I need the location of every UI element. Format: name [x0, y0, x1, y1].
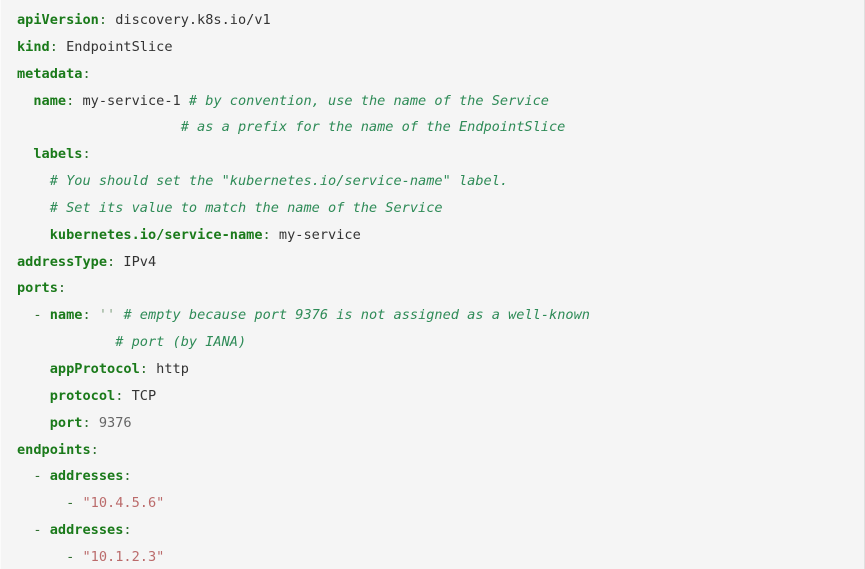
yaml-comment: # empty because port 9376 is not assigne…	[123, 307, 590, 324]
yaml-key: appProtocol	[49, 360, 140, 377]
yaml-key: apiVersion	[17, 12, 99, 28]
line-kind: kind: EndpointSlice	[1, 34, 864, 61]
line-api-version: apiVersion: discovery.k8s.io/v1	[1, 7, 864, 34]
yaml-key: kubernetes.io/service-name	[49, 226, 263, 243]
line-port-name-comment-2: # port (by IANA)	[1, 329, 864, 356]
line-endpoints: endpoints:	[1, 437, 864, 464]
yaml-list-dash: -	[66, 548, 83, 565]
yaml-list-dash: -	[66, 495, 83, 512]
yaml-colon: :	[82, 307, 91, 324]
line-endpoint-2-address-value: - "10.1.2.3"	[1, 544, 864, 569]
yaml-key: addressType	[17, 253, 108, 270]
yaml-comment: # port (by IANA)	[115, 334, 247, 351]
line-metadata: metadata:	[1, 61, 864, 88]
yaml-list-dash: -	[33, 307, 50, 324]
yaml-colon: :	[262, 226, 271, 243]
yaml-value: my-service	[270, 226, 361, 243]
yaml-colon: :	[82, 65, 91, 82]
yaml-colon: :	[98, 12, 108, 28]
line-port: port: 9376	[1, 410, 864, 437]
line-ports: ports:	[1, 275, 864, 302]
yaml-comment: # by convention, use the name of the Ser…	[188, 92, 549, 109]
line-protocol: protocol: TCP	[1, 383, 864, 410]
line-endpoint-1-addresses: - addresses:	[1, 463, 864, 490]
yaml-colon: :	[90, 441, 99, 458]
yaml-number: 9376	[90, 414, 132, 431]
line-service-name-label: kubernetes.io/service-name: my-service	[1, 222, 864, 249]
yaml-empty-string: ''	[98, 307, 116, 324]
yaml-key: port	[49, 414, 83, 431]
yaml-colon: :	[139, 360, 148, 377]
yaml-colon: :	[107, 253, 116, 270]
yaml-value: IPv4	[115, 253, 157, 270]
line-labels: labels:	[1, 141, 864, 168]
line-endpoint-2-addresses: - addresses:	[1, 517, 864, 544]
yaml-value: TCP	[123, 387, 157, 404]
line-metadata-name-comment-2: # as a prefix for the name of the Endpoi…	[1, 114, 864, 141]
yaml-comment: # You should set the "kubernetes.io/serv…	[49, 173, 509, 190]
yaml-key: labels	[33, 146, 83, 163]
yaml-colon: :	[49, 38, 58, 55]
yaml-key: name	[49, 307, 83, 324]
line-labels-comment-1: # You should set the "kubernetes.io/serv…	[1, 168, 864, 195]
yaml-source[interactable]: apiVersion: discovery.k8s.io/v1 kind: End…	[1, 7, 864, 569]
yaml-key: ports	[17, 280, 58, 297]
line-endpoint-1-address-value: - "10.4.5.6"	[1, 490, 864, 517]
yaml-colon: :	[82, 414, 91, 431]
line-metadata-name: name: my-service-1 # by convention, use …	[1, 88, 864, 115]
line-labels-comment-2: # Set its value to match the name of the…	[1, 195, 864, 222]
yaml-key: metadata	[17, 65, 83, 82]
yaml-colon: :	[123, 468, 132, 485]
yaml-colon: :	[123, 522, 132, 539]
yaml-value: my-service-1	[74, 92, 189, 109]
line-app-protocol: appProtocol: http	[1, 356, 864, 383]
line-port-name: - name: '' # empty because port 9376 is …	[1, 302, 864, 329]
yaml-list-dash: -	[33, 468, 50, 485]
yaml-value: EndpointSlice	[57, 38, 173, 55]
yaml-list-dash: -	[33, 522, 50, 539]
yaml-comment: # Set its value to match the name of the…	[49, 199, 443, 216]
yaml-key: protocol	[49, 387, 116, 404]
yaml-value: discovery.k8s.io/v1	[107, 12, 271, 28]
yaml-code-block[interactable]: apiVersion: discovery.k8s.io/v1 kind: End…	[0, 0, 865, 569]
yaml-comment: # as a prefix for the name of the Endpoi…	[180, 119, 566, 136]
yaml-key: addresses	[49, 522, 124, 539]
yaml-key: addresses	[49, 468, 124, 485]
yaml-value: http	[147, 360, 189, 377]
line-address-type: addressType: IPv4	[1, 249, 864, 276]
yaml-value	[91, 307, 99, 323]
yaml-string: "10.1.2.3"	[82, 548, 165, 565]
yaml-string: "10.4.5.6"	[82, 495, 165, 512]
yaml-colon: :	[82, 146, 91, 163]
yaml-key: name	[33, 92, 67, 109]
yaml-key: kind	[17, 38, 50, 55]
yaml-key: endpoints	[17, 441, 91, 458]
yaml-colon: :	[57, 280, 67, 297]
